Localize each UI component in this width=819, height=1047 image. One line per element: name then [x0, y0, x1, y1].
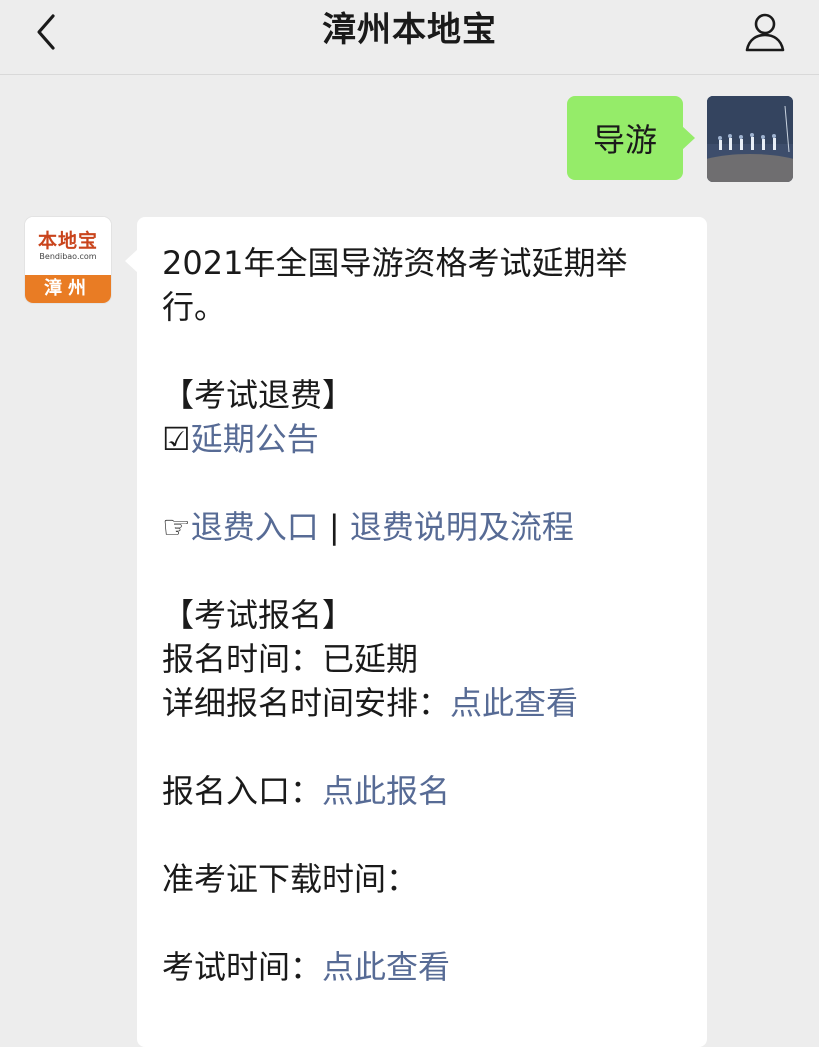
city-badge: 漳州: [25, 275, 111, 303]
refund-guide-link[interactable]: 退费说明及流程: [350, 508, 574, 546]
refund-entry-link[interactable]: 退费入口: [191, 508, 319, 546]
navigation-bar: 漳州本地宝: [0, 0, 819, 75]
schedule-row: 详细报名时间安排：点此查看: [162, 681, 690, 725]
exam-time-label: 考试时间：: [162, 948, 323, 986]
signup-time-value: 已延期: [322, 640, 419, 678]
signup-section-title: 【考试报名】: [162, 596, 355, 634]
signup-entry-link[interactable]: 点此报名: [322, 772, 450, 810]
exam-time-row: 考试时间：点此查看: [162, 945, 690, 989]
brand-site-text: Bendibao.com: [39, 252, 97, 261]
message-body: 2021年全国导游资格考试延期举行。 【考试退费】 ☑延期公告 ☞退费入口 | …: [162, 241, 690, 989]
refund-section-title: 【考试退费】: [162, 376, 355, 414]
person-icon: [745, 13, 785, 52]
schedule-label: 详细报名时间安排：: [162, 684, 451, 722]
profile-button[interactable]: [741, 8, 789, 56]
avatar-logo: 本地宝 Bendibao.com: [25, 217, 111, 275]
pointing-hand-icon: ☞: [162, 508, 191, 546]
refund-links-row: ☞退费入口 | 退费说明及流程: [162, 505, 690, 549]
outgoing-bubble[interactable]: 导游: [566, 96, 696, 180]
brand-logo-text: 本地宝: [37, 230, 98, 252]
exam-time-link[interactable]: 点此查看: [322, 948, 450, 986]
schedule-link[interactable]: 点此查看: [450, 684, 578, 722]
outgoing-message: 导游: [566, 96, 793, 182]
admission-ticket-row: 准考证下载时间：: [162, 860, 419, 898]
chat-title: 漳州本地宝: [322, 10, 497, 50]
checkbox-icon: ☑: [162, 420, 191, 458]
avatar-photo-image: [707, 96, 793, 182]
signup-time-row: 报名时间：已延期: [162, 637, 690, 681]
signup-time-label: 报名时间：: [162, 640, 323, 678]
message-headline: 2021年全国导游资格考试延期举行。: [162, 244, 628, 326]
link-separator: |: [318, 508, 350, 546]
postpone-notice-link[interactable]: 延期公告: [191, 420, 319, 458]
incoming-bubble: 2021年全国导游资格考试延期举行。 【考试退费】 ☑延期公告 ☞退费入口 | …: [125, 217, 707, 1047]
user-avatar[interactable]: [707, 96, 793, 182]
account-avatar[interactable]: 本地宝 Bendibao.com 漳州: [25, 217, 111, 303]
signup-entry-label: 报名入口：: [162, 772, 323, 810]
postpone-row: ☑延期公告: [162, 417, 690, 461]
signup-entry-row: 报名入口：点此报名: [162, 769, 690, 813]
